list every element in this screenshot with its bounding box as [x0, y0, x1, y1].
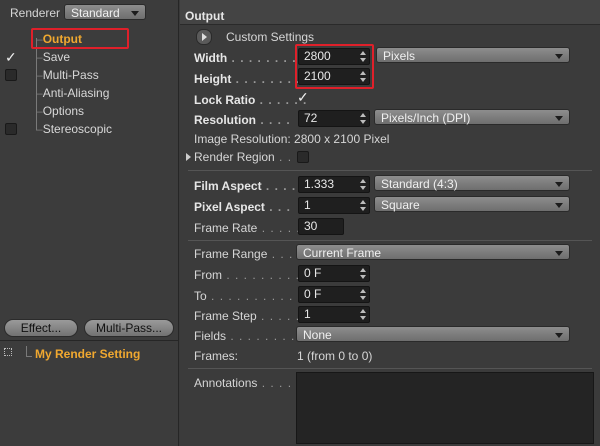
- stepper-icon[interactable]: [360, 289, 366, 300]
- checkmark-icon[interactable]: ✓: [5, 49, 17, 66]
- render-setting-icon[interactable]: [4, 348, 12, 356]
- render-settings-sidebar: Renderer Standard –Output ✓ –Save –Multi…: [0, 0, 179, 446]
- pixel-aspect-dropdown[interactable]: Square: [374, 196, 570, 212]
- sidebar-item-options[interactable]: –Options: [36, 104, 84, 118]
- chevron-down-icon: [555, 54, 563, 59]
- highlight-box-dimensions: [295, 44, 374, 89]
- sidebar-item-multi-pass[interactable]: –Multi-Pass: [36, 68, 99, 82]
- highlight-box-output: [31, 28, 129, 49]
- stepper-icon[interactable]: [360, 179, 366, 190]
- renderer-label: Renderer: [10, 6, 61, 20]
- annotations-label: Annotations . . . . .: [194, 376, 301, 390]
- render-setting-name[interactable]: My Render Setting: [35, 347, 140, 361]
- chevron-down-icon: [555, 182, 563, 187]
- stepper-icon[interactable]: [360, 309, 366, 320]
- stereoscopic-checkbox[interactable]: [5, 123, 17, 135]
- page-title: Output: [185, 9, 225, 23]
- chevron-down-icon: [555, 333, 563, 338]
- sidebar-item-save[interactable]: –Save: [36, 50, 70, 64]
- expand-button[interactable]: [196, 29, 212, 45]
- film-aspect-input[interactable]: 1.333: [298, 176, 370, 193]
- fields-dropdown[interactable]: None: [296, 326, 570, 342]
- chevron-down-icon: [555, 116, 563, 121]
- stepper-icon[interactable]: [360, 268, 366, 279]
- lock-ratio-checkbox[interactable]: ✓: [297, 89, 309, 106]
- film-aspect-dropdown[interactable]: Standard (4:3): [374, 175, 570, 191]
- frames-value: 1 (from 0 to 0): [297, 349, 373, 363]
- units-dropdown[interactable]: Pixels: [376, 47, 570, 63]
- frame-range-label: Frame Range . . .: [194, 247, 294, 261]
- custom-settings-label: Custom Settings: [226, 30, 315, 44]
- pixel-aspect-label: Pixel Aspect . . .: [194, 200, 291, 214]
- sidebar-item-label: Anti-Aliasing: [42, 86, 110, 100]
- film-aspect-label: Film Aspect . . . . .: [194, 179, 305, 193]
- chevron-down-icon: [555, 251, 563, 256]
- annotations-textarea[interactable]: [296, 372, 594, 444]
- chevron-down-icon: [555, 203, 563, 208]
- render-region-label: Render Region . . . .: [194, 150, 310, 164]
- expand-arrow-icon[interactable]: [186, 153, 191, 161]
- pixel-aspect-input[interactable]: 1: [298, 197, 370, 214]
- panel-header: [180, 0, 600, 25]
- effect-button[interactable]: Effect...: [4, 319, 78, 337]
- lock-ratio-label: Lock Ratio . . . . . .: [194, 93, 308, 107]
- frame-rate-label: Frame Rate . . . . . .: [194, 221, 310, 235]
- frame-range-dropdown[interactable]: Current Frame: [296, 244, 570, 260]
- frame-step-input[interactable]: 1: [298, 306, 370, 323]
- renderer-dropdown[interactable]: Standard: [64, 4, 146, 20]
- sidebar-item-label: Stereoscopic: [42, 122, 113, 136]
- render-region-checkbox[interactable]: [297, 151, 309, 163]
- divider: [0, 340, 178, 341]
- stepper-icon[interactable]: [360, 113, 366, 124]
- image-resolution-text: Image Resolution: 2800 x 2100 Pixel: [194, 132, 390, 146]
- sidebar-item-anti-aliasing[interactable]: –Anti-Aliasing: [36, 86, 109, 100]
- frame-rate-input[interactable]: 30: [298, 218, 344, 235]
- from-input[interactable]: 0 F: [298, 265, 370, 282]
- multipass-button[interactable]: Multi-Pass...: [84, 319, 174, 337]
- divider: [188, 368, 592, 369]
- tree-connector: [26, 356, 32, 357]
- divider: [188, 240, 592, 241]
- divider: [188, 170, 592, 171]
- tree-connector: [26, 346, 27, 356]
- sidebar-item-label: Options: [42, 104, 85, 118]
- chevron-down-icon: [131, 11, 139, 16]
- play-arrow-icon: [202, 33, 207, 41]
- resolution-input[interactable]: 72: [298, 110, 370, 127]
- resolution-units-dropdown[interactable]: Pixels/Inch (DPI): [374, 109, 570, 125]
- sidebar-item-label: Save: [42, 50, 71, 64]
- to-input[interactable]: 0 F: [298, 286, 370, 303]
- sidebar-item-stereoscopic[interactable]: –Stereoscopic: [36, 122, 112, 136]
- frame-step-label: Frame Step . . . . . .: [194, 309, 309, 323]
- multipass-checkbox[interactable]: [5, 69, 17, 81]
- fields-label: Fields . . . . . . . . . .: [194, 329, 313, 343]
- stepper-icon[interactable]: [360, 200, 366, 211]
- renderer-value: Standard: [71, 6, 120, 20]
- resolution-label: Resolution . . . .: [194, 113, 291, 127]
- sidebar-item-label: Multi-Pass: [42, 68, 99, 82]
- frames-label: Frames:: [194, 349, 239, 363]
